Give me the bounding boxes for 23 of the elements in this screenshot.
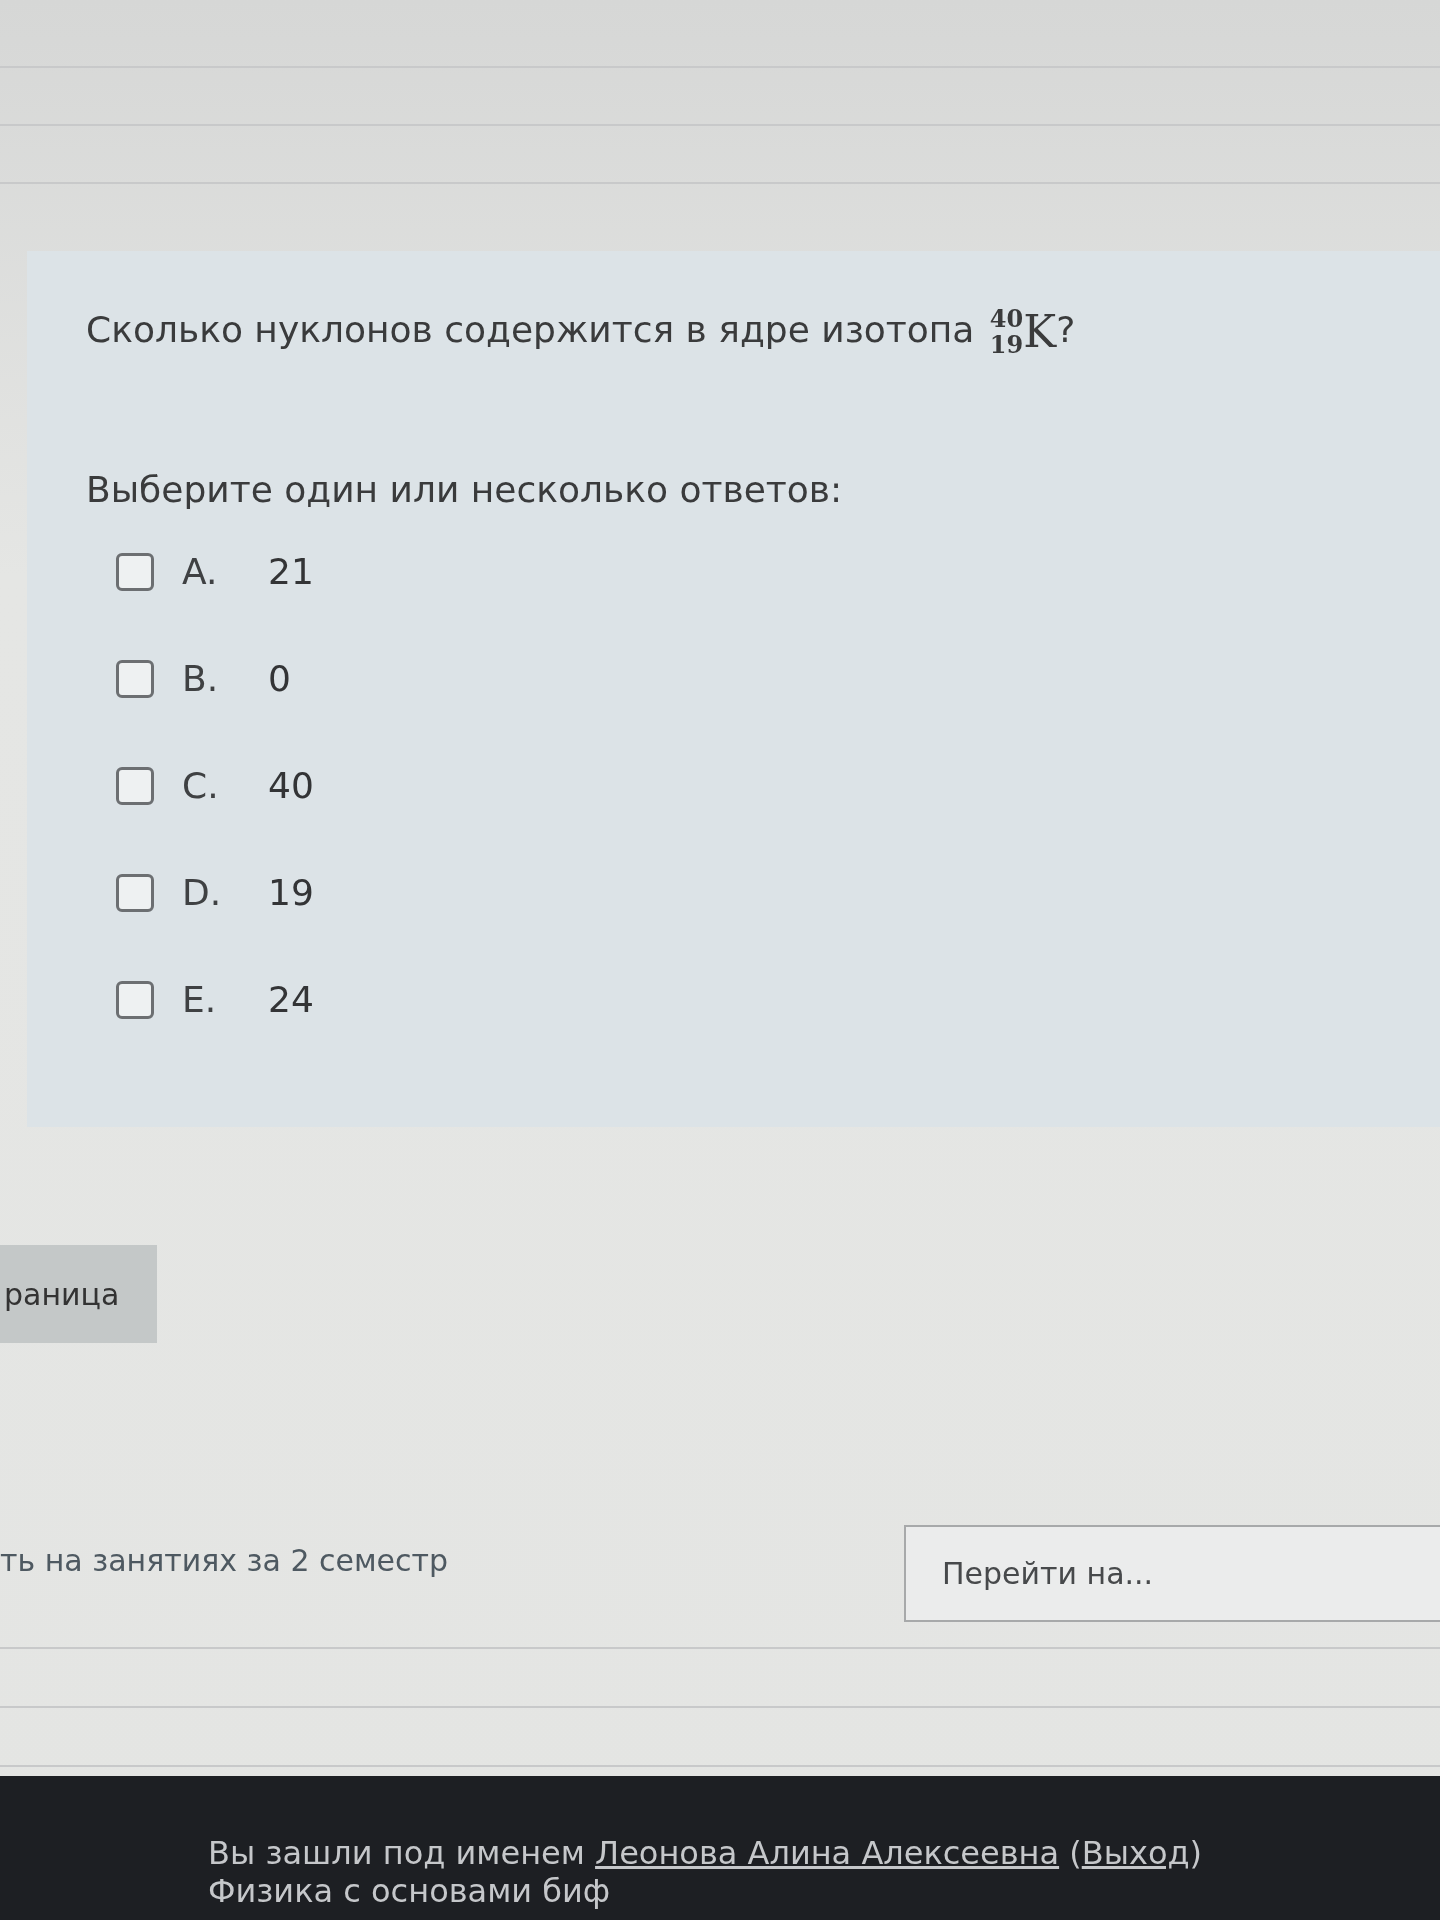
answer-checkbox[interactable]	[116, 873, 154, 912]
answer-checkbox[interactable]	[116, 980, 154, 1019]
jump-to-select[interactable]: Перейти на...	[904, 1525, 1440, 1622]
answer-checkbox[interactable]	[116, 552, 154, 591]
option-letter: E.	[182, 979, 218, 1020]
option-letter: D.	[182, 872, 223, 913]
answer-checkbox[interactable]	[116, 659, 154, 698]
option-text: 24	[268, 979, 314, 1020]
option-letter: B.	[182, 658, 220, 699]
option-letter: A.	[182, 551, 219, 592]
previous-activity-link[interactable]: ть на занятиях за 2 семестр	[0, 1543, 449, 1578]
option-text: 40	[268, 765, 314, 806]
option-text: 19	[268, 872, 314, 913]
logout-link[interactable]: Выход	[1081, 1834, 1190, 1872]
answer-checkbox[interactable]	[116, 766, 154, 805]
option-text: 0	[268, 658, 291, 699]
option-text: 21	[268, 551, 314, 592]
answer-prompt: Выберите один или несколько ответов:	[86, 468, 844, 512]
course-name-text: Физика с основами биф	[208, 1872, 612, 1910]
option-letter: C.	[182, 765, 220, 806]
login-info-text: Вы зашли под именем Леонова Алина Алексеевна (Выход)	[208, 1834, 1204, 1872]
user-name-link[interactable]: Леонова Алина Алексеевна	[595, 1834, 1060, 1872]
next-page-button[interactable]: раница	[0, 1245, 157, 1343]
